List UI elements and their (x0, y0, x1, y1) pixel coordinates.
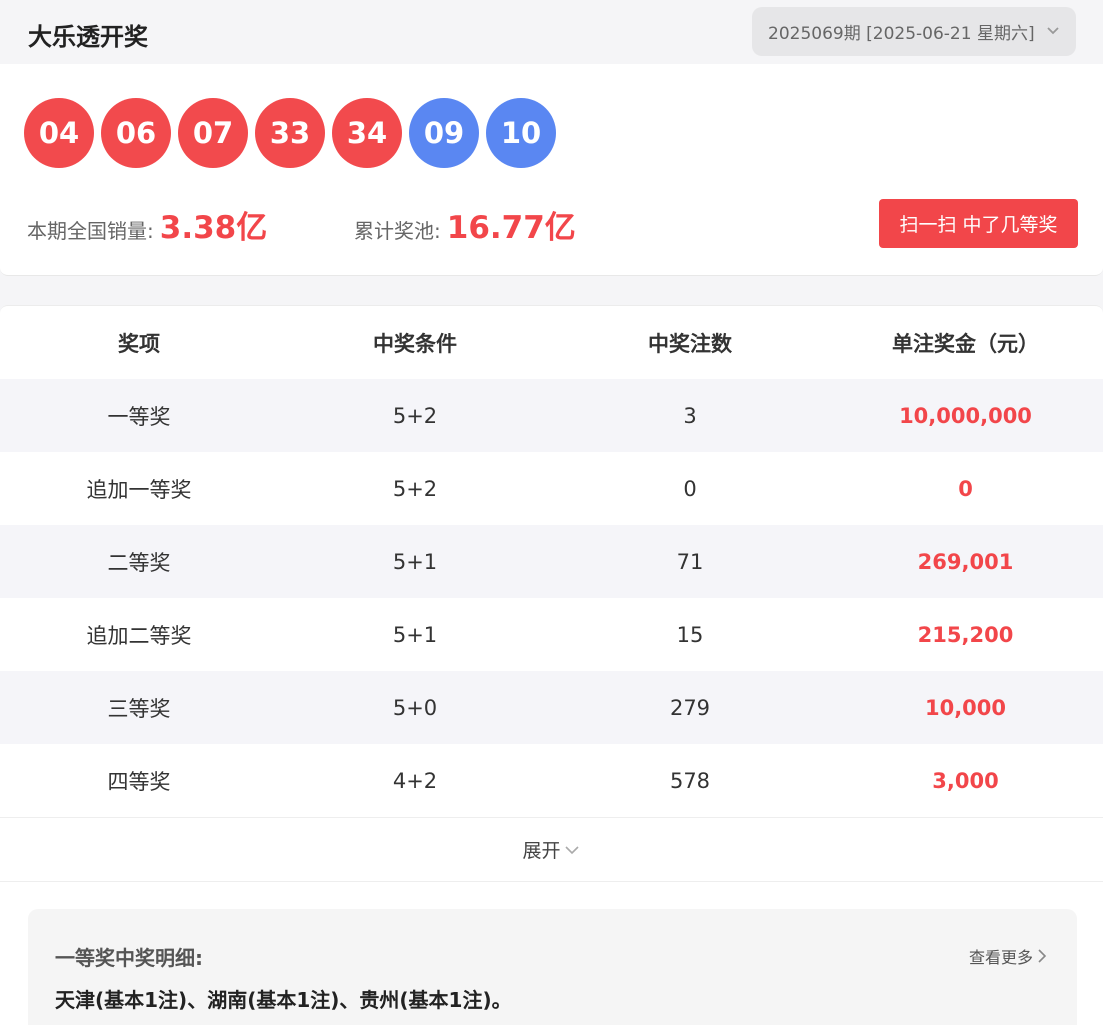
prize-amount: 269,001 (917, 549, 1014, 574)
blue-ball: 09 (409, 98, 479, 168)
pool-stat: 累计奖池: 16.77亿 (354, 202, 576, 247)
red-ball: 33 (255, 98, 325, 168)
sales-label: 本期全国销量: (27, 219, 154, 243)
period-select[interactable]: 2025069期 [2025-06-21 星期六] (752, 7, 1076, 56)
prize-level: 四等奖 (107, 769, 171, 794)
red-ball: 34 (332, 98, 402, 168)
header-prize-level: 奖项 (118, 331, 160, 356)
prize-condition: 5+1 (392, 622, 438, 647)
chevron-down-icon (1047, 27, 1059, 35)
prize-table-header: 奖项 中奖条件 中奖注数 单注奖金（元） (0, 306, 1103, 379)
prize-condition: 5+2 (392, 476, 438, 501)
prize-level: 追加一等奖 (86, 477, 192, 502)
prize-amount: 215,200 (917, 622, 1014, 647)
prize-amount: 10,000,000 (899, 403, 1032, 428)
table-row: 三等奖 5+0 279 10,000 (0, 671, 1103, 744)
scan-check-button[interactable]: 扫一扫 中了几等奖 (879, 199, 1078, 248)
prize-level: 二等奖 (107, 550, 171, 575)
draw-result-card: 04 06 07 33 34 09 10 本期全国销量: 3.38亿 累计奖池:… (0, 64, 1103, 276)
expand-button[interactable]: 展开 (0, 817, 1103, 882)
table-row: 四等奖 4+2 578 3,000 (0, 744, 1103, 817)
prize-winners: 15 (676, 622, 704, 647)
first-prize-detail: 一等奖中奖明细: 查看更多 天津(基本1注)、湖南(基本1注)、贵州(基本1注)… (28, 909, 1077, 1025)
prize-condition: 5+1 (392, 549, 438, 574)
red-ball: 07 (178, 98, 248, 168)
detail-title: 一等奖中奖明细: (55, 946, 203, 970)
prize-winners: 578 (669, 768, 711, 793)
prize-level: 一等奖 (107, 404, 171, 429)
sales-value: 3.38亿 (159, 210, 268, 246)
prize-winners: 3 (683, 403, 697, 428)
header-winners: 中奖注数 (648, 331, 732, 356)
prize-winners: 0 (683, 476, 697, 501)
red-ball: 06 (101, 98, 171, 168)
prize-winners: 279 (669, 695, 711, 720)
prize-condition: 5+0 (392, 695, 438, 720)
pool-label: 累计奖池: (354, 219, 441, 243)
view-more-label: 查看更多 (968, 948, 1033, 967)
prize-table-body: 一等奖 5+2 3 10,000,000 追加一等奖 5+2 0 0 二等奖 5… (0, 379, 1103, 817)
prize-level: 追加二等奖 (86, 623, 192, 648)
red-ball: 04 (24, 98, 94, 168)
pool-value: 16.77亿 (446, 210, 576, 246)
blue-ball: 10 (486, 98, 556, 168)
header-condition: 中奖条件 (373, 331, 457, 356)
prize-level: 三等奖 (107, 696, 171, 721)
prize-amount: 0 (958, 476, 973, 501)
sales-stat: 本期全国销量: 3.38亿 (27, 202, 267, 247)
draw-balls: 04 06 07 33 34 09 10 (24, 98, 563, 168)
prize-condition: 4+2 (392, 768, 438, 793)
table-row: 追加二等奖 5+1 15 215,200 (0, 598, 1103, 671)
detail-text: 天津(基本1注)、湖南(基本1注)、贵州(基本1注)。 (55, 988, 512, 1012)
table-row: 追加一等奖 5+2 0 0 (0, 452, 1103, 525)
table-row: 二等奖 5+1 71 269,001 (0, 525, 1103, 598)
chevron-right-icon (1038, 949, 1047, 963)
expand-label: 展开 (522, 840, 561, 862)
table-row: 一等奖 5+2 3 10,000,000 (0, 379, 1103, 452)
chevron-down-icon (564, 845, 579, 854)
prize-table-card: 奖项 中奖条件 中奖注数 单注奖金（元） 一等奖 5+2 3 10,000,00… (0, 305, 1103, 1025)
prize-winners: 71 (676, 549, 704, 574)
page-title: 大乐透开奖 (28, 23, 148, 51)
prize-amount: 3,000 (932, 768, 999, 793)
prize-amount: 10,000 (924, 695, 1007, 720)
prize-condition: 5+2 (392, 403, 438, 428)
header-prize-amount: 单注奖金（元） (892, 331, 1039, 356)
view-more-link[interactable]: 查看更多 (969, 944, 1049, 968)
period-select-value: 2025069期 [2025-06-21 星期六] (768, 24, 1035, 44)
page-header: 大乐透开奖 2025069期 [2025-06-21 星期六] (0, 0, 1103, 64)
